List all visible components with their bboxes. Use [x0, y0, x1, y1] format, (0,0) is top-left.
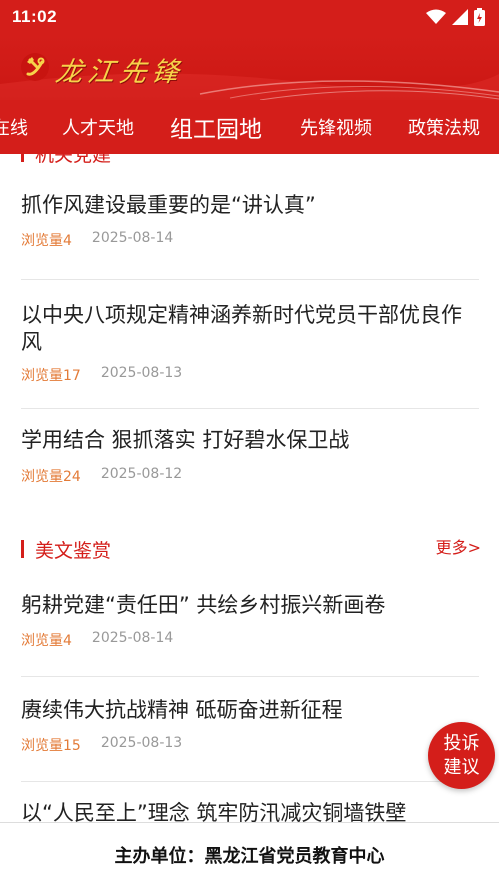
section-title-meiwen: 美文鉴赏 — [35, 540, 112, 562]
section-card-meiwen: 美文鉴赏 更多> 躬耕党建“责任田” 共绘乡村振兴新画卷 浏览量4 2025-0… — [0, 520, 499, 822]
article-date: 2025-08-13 — [100, 735, 183, 751]
battery-icon — [474, 8, 485, 26]
article-title: 学用结合 狠抓落实 打好碧水保卫战 — [21, 428, 350, 452]
article-title: 以“人民至上”理念 筑牢防汛减灾铜墙铁壁 — [21, 801, 407, 822]
feedback-label-line1: 投诉 — [443, 732, 480, 754]
article-title: 赓续伟大抗战精神 砥砺奋进新征程 — [21, 698, 343, 722]
content-scroll[interactable]: 机关党建 抓作风建设最重要的是“讲认真” 浏览量4 2025-08-14 以中央… — [0, 154, 499, 822]
tab-zhengce-fagui[interactable]: 政策法规 — [408, 114, 480, 140]
view-count: 浏览量4 — [21, 233, 72, 249]
tab-xianfeng-shipin[interactable]: 先锋视频 — [300, 114, 372, 140]
article-meta: 浏览量4 2025-08-14 — [21, 230, 173, 250]
view-count: 浏览量24 — [21, 469, 81, 485]
article-meta: 浏览量17 2025-08-13 — [21, 365, 182, 385]
status-time: 11:02 — [12, 7, 58, 26]
more-link[interactable]: 更多> — [436, 534, 481, 558]
article-title: 抓作风建设最重要的是“讲认真” — [21, 193, 316, 217]
article-date: 2025-08-14 — [91, 630, 174, 646]
status-bar: 11:02 — [0, 0, 499, 34]
divider — [21, 781, 479, 782]
status-icons — [426, 8, 485, 26]
article-item[interactable]: 躬耕党建“责任田” 共绘乡村振兴新画卷 浏览量4 2025-08-14 — [21, 592, 479, 649]
tab-zaixian[interactable]: 在线 — [0, 114, 28, 140]
tab-bar: 在线 人才天地 组工园地 先锋视频 政策法规 — [0, 100, 499, 154]
view-count: 浏览量4 — [21, 633, 72, 649]
brand-title: 龙江先锋 — [53, 57, 186, 88]
section-title-top: 机关党建 — [35, 154, 112, 166]
article-date: 2025-08-12 — [100, 466, 183, 482]
article-item[interactable]: 以中央八项规定精神涵养新时代党员干部优良作风 浏览量17 2025-08-13 — [21, 302, 479, 384]
article-item[interactable]: 学用结合 狠抓落实 打好碧水保卫战 浏览量24 2025-08-12 — [21, 427, 479, 485]
divider — [21, 676, 479, 677]
article-title: 躬耕党建“责任田” 共绘乡村振兴新画卷 — [21, 593, 386, 617]
view-count: 浏览量15 — [21, 738, 81, 754]
party-emblem-icon — [21, 53, 49, 81]
article-meta: 浏览量15 2025-08-13 — [21, 735, 182, 755]
tab-zugong-yuandi[interactable]: 组工园地 — [170, 110, 262, 144]
article-date: 2025-08-13 — [100, 365, 183, 381]
signal-icon — [452, 9, 468, 25]
article-item[interactable]: 抓作风建设最重要的是“讲认真” 浏览量4 2025-08-14 — [21, 192, 479, 249]
section-accent-bar — [21, 540, 24, 558]
view-count: 浏览量17 — [21, 368, 81, 384]
footer-organizer: 主办单位：黑龙江省党员教育中心 — [114, 846, 385, 867]
section-accent-bar — [21, 154, 24, 162]
header-banner: 龙江先锋 — [0, 34, 499, 100]
feedback-button[interactable]: 投诉 建议 — [428, 722, 495, 789]
feedback-label-line2: 建议 — [443, 756, 480, 778]
wifi-icon — [426, 9, 446, 24]
section-header-meiwen: 美文鉴赏 更多> — [0, 528, 499, 568]
article-item[interactable]: 以“人民至上”理念 筑牢防汛减灾铜墙铁壁 — [21, 800, 479, 822]
article-meta: 浏览量4 2025-08-14 — [21, 630, 173, 650]
section-header-top: 机关党建 — [0, 154, 499, 174]
divider — [21, 408, 479, 409]
footer: 主办单位：黑龙江省党员教育中心 — [0, 822, 499, 887]
article-title: 以中央八项规定精神涵养新时代党员干部优良作风 — [21, 303, 462, 354]
article-date: 2025-08-14 — [91, 230, 174, 246]
article-item[interactable]: 赓续伟大抗战精神 砥砺奋进新征程 浏览量15 2025-08-13 — [21, 697, 479, 754]
article-meta: 浏览量24 2025-08-12 — [21, 466, 182, 486]
divider — [21, 279, 479, 280]
tab-rencai-tiandi[interactable]: 人才天地 — [62, 114, 134, 140]
